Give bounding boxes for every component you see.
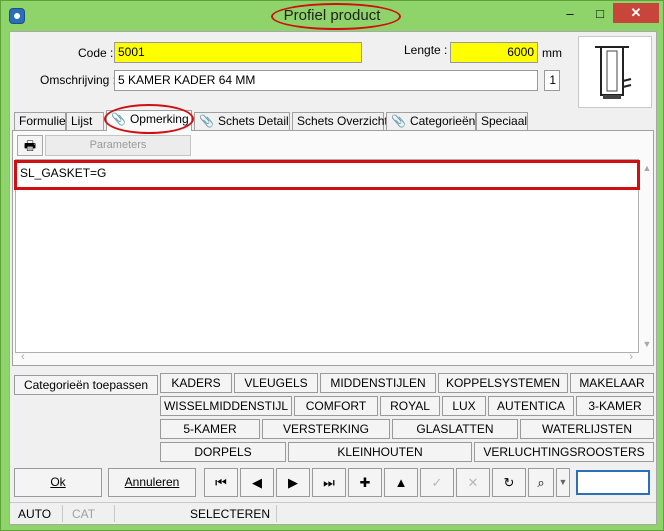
add-record-icon: ✚ [359, 475, 371, 490]
tab-lijst-label: Lijst [71, 114, 93, 128]
cancel-edit-icon: ✕ [467, 475, 479, 490]
omschrijving-label: Omschrijving : [40, 73, 117, 87]
first-record-icon: ⏮ [215, 475, 227, 490]
category-lux-button[interactable]: LUX [442, 396, 486, 416]
code-field[interactable]: 5001 [114, 42, 362, 63]
category-autentica-button[interactable]: AUTENTICA [488, 396, 574, 416]
count-field[interactable]: 1 [544, 70, 560, 91]
refresh-icon: ↻ [503, 475, 515, 490]
scroll-up-icon[interactable]: ▲ [641, 163, 653, 173]
category-koppelsystemen-button[interactable]: KOPPELSYSTEMEN [438, 373, 568, 393]
print-button[interactable]: 🖶 [17, 135, 43, 156]
category-kleinhouten-button[interactable]: KLEINHOUTEN [288, 442, 472, 462]
ok-button[interactable]: Ok [14, 468, 102, 497]
code-label: Code : [78, 46, 114, 60]
omschrijving-field[interactable]: 5 KAMER KADER 64 MM [114, 70, 538, 91]
tab-schets-overzicht-label: Schets Overzicht [297, 114, 388, 128]
category-middenstijlen-button[interactable]: MIDDENSTIJLEN [320, 373, 436, 393]
parameters-button[interactable]: Parameters [45, 135, 191, 156]
tab-formulier[interactable]: Formulier [14, 112, 70, 130]
category-versterking-button[interactable]: VERSTERKING [262, 419, 390, 439]
tab-formulier-label: Formulier [19, 114, 70, 128]
category-3-kamer-button[interactable]: 3-KAMER [576, 396, 654, 416]
lengte-field[interactable]: 6000 [450, 42, 538, 63]
status-cat: CAT [72, 507, 96, 521]
dialog-client-area: Code : 5001 Lengte : 6000 mm Omschrijvin… [9, 31, 657, 525]
confirm-button[interactable]: ✓ [420, 468, 454, 497]
category-wisselmiddenstijl-button[interactable]: WISSELMIDDENSTIJL [160, 396, 292, 416]
category-glaslatten-button[interactable]: GLASLATTEN [392, 419, 518, 439]
previous-record-button[interactable]: ◀ [240, 468, 274, 497]
lengte-unit: mm [542, 46, 562, 60]
tab-categorieen-label: Categorieën [409, 114, 476, 128]
printer-icon: 🖶 [23, 138, 37, 153]
chevron-down-icon: ▼ [558, 477, 568, 487]
tab-speciaal[interactable]: Speciaal [476, 112, 528, 130]
ok-label: Ok [50, 475, 66, 489]
edit-record-button[interactable]: ▲ [384, 468, 418, 497]
find-dropdown-button[interactable]: ▼ [556, 468, 570, 497]
category-verluchtingsroosters-button[interactable]: VERLUCHTINGSROOSTERS [474, 442, 654, 462]
scroll-down-icon[interactable]: ▼ [641, 339, 653, 349]
category-kaders-button[interactable]: KADERS [160, 373, 232, 393]
tab-speciaal-label: Speciaal [481, 114, 528, 128]
last-record-button[interactable]: ⏭ [312, 468, 346, 497]
profile-drawing-icon [595, 46, 632, 99]
memo-annotation-box [14, 160, 640, 190]
add-record-button[interactable]: ✚ [348, 468, 382, 497]
category-5-kamer-button[interactable]: 5-KAMER [160, 419, 260, 439]
next-record-icon: ▶ [288, 475, 298, 490]
scroll-left-icon[interactable]: ‹ [21, 351, 25, 363]
next-record-button[interactable]: ▶ [276, 468, 310, 497]
tab-categorieen[interactable]: 📎 Categorieën [386, 112, 476, 130]
cancel-button[interactable]: Annuleren [108, 468, 196, 497]
category-royal-button[interactable]: ROYAL [380, 396, 440, 416]
category-makelaar-button[interactable]: MAKELAAR [570, 373, 654, 393]
lengte-label: Lengte : [404, 43, 448, 57]
app-window: Profiel product – □ ✕ Code : 5001 Lengte… [0, 0, 664, 531]
horizontal-scrollbar[interactable]: ‹ › [15, 351, 639, 365]
title-annotation-oval [271, 3, 401, 30]
profile-thumbnail [578, 36, 652, 108]
refresh-button[interactable]: ↻ [492, 468, 526, 497]
search-input[interactable] [576, 470, 650, 495]
title-bar[interactable]: Profiel product – □ ✕ [1, 1, 663, 31]
status-separator [276, 505, 277, 522]
last-record-icon: ⏭ [323, 475, 335, 490]
status-select: SELECTEREN [190, 507, 271, 521]
apply-categories-button[interactable]: Categorieën toepassen [14, 375, 158, 395]
cancel-label: Annuleren [124, 475, 180, 489]
tab-schets-detail[interactable]: 📎 Schets Detail [194, 112, 290, 130]
edit-record-icon: ▲ [394, 475, 408, 490]
scroll-right-icon[interactable]: › [629, 351, 633, 363]
tab-annotation-oval [104, 104, 194, 134]
status-separator [114, 505, 115, 522]
cancel-edit-button[interactable]: ✕ [456, 468, 490, 497]
paperclip-icon: 📎 [391, 114, 406, 128]
status-bar: AUTO CAT SELECTEREN [10, 502, 656, 524]
paperclip-icon: 📎 [199, 114, 214, 128]
category-waterlijsten-button[interactable]: WATERLIJSTEN [520, 419, 654, 439]
close-button[interactable]: ✕ [613, 3, 659, 23]
previous-record-icon: ◀ [252, 475, 262, 490]
category-comfort-button[interactable]: COMFORT [294, 396, 378, 416]
tab-schets-overzicht[interactable]: Schets Overzicht [292, 112, 388, 130]
category-vleugels-button[interactable]: VLEUGELS [234, 373, 318, 393]
minimize-button[interactable]: – [557, 5, 583, 23]
maximize-button[interactable]: □ [587, 5, 613, 23]
category-dorpels-button[interactable]: DORPELS [160, 442, 286, 462]
tab-schets-detail-label: Schets Detail [217, 114, 289, 128]
confirm-icon: ✓ [431, 475, 443, 490]
tab-lijst[interactable]: Lijst [66, 112, 104, 130]
first-record-button[interactable]: ⏮ [204, 468, 238, 497]
binoculars-icon: ⌕ [537, 475, 545, 490]
status-auto: AUTO [18, 507, 52, 521]
status-separator [62, 505, 63, 522]
find-button[interactable]: ⌕ [528, 468, 554, 497]
